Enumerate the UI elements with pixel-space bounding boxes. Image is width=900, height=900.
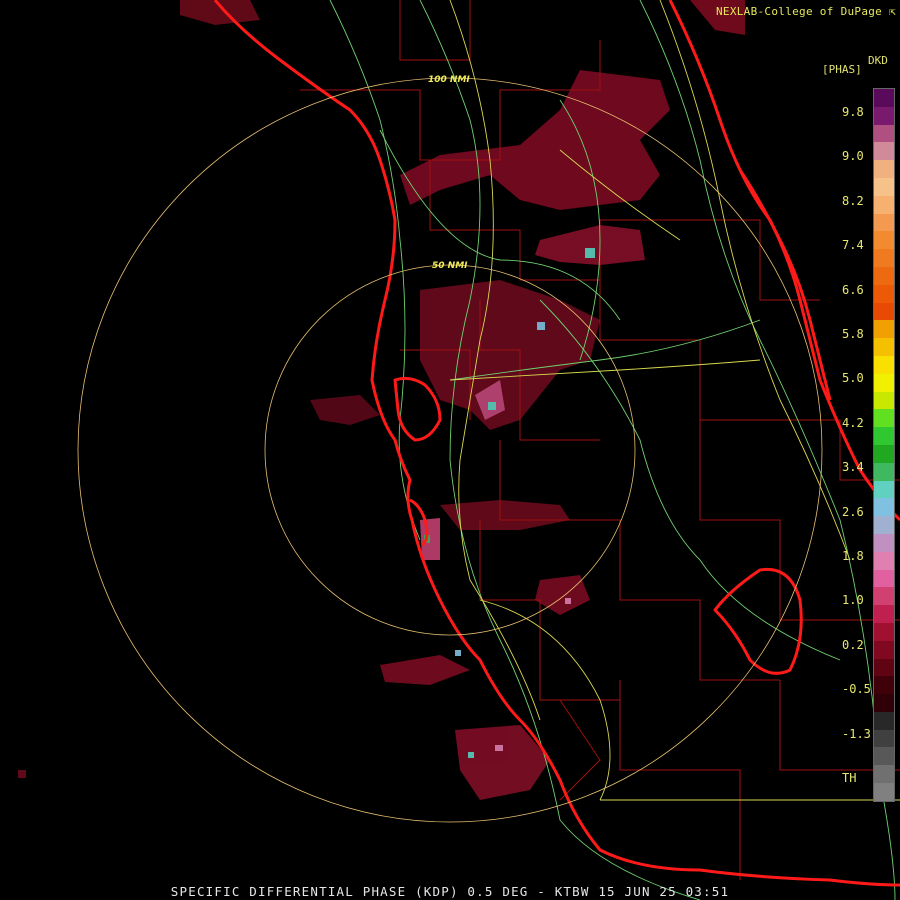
scale-tick-label: 9.8	[842, 105, 864, 119]
scale-tick-label: 7.4	[842, 238, 864, 253]
scale-swatch	[874, 391, 894, 410]
credit-text: NEXLAB-College of DuPage	[715, 5, 883, 18]
scale-swatch	[874, 195, 894, 214]
scale-swatch	[874, 640, 894, 659]
scale-swatch	[874, 676, 894, 695]
scale-swatch	[874, 729, 894, 748]
scale-swatch	[874, 302, 894, 321]
scale-swatch	[874, 427, 894, 445]
scale-swatch	[874, 106, 894, 125]
ring-label-100: 100 NMI	[428, 75, 470, 85]
scale-swatch	[874, 355, 894, 374]
scale-swatch	[874, 694, 894, 712]
scale-swatch	[874, 213, 894, 232]
scale-tick-label: 5.0	[842, 371, 864, 386]
scale-tick-label: 3.4	[842, 460, 864, 475]
scale-tick-label: 1.8	[842, 549, 864, 563]
scale-swatch	[874, 231, 894, 250]
scale-tick-label: TH	[842, 771, 857, 785]
scale-swatch	[874, 747, 894, 766]
scale-swatch	[874, 124, 894, 143]
scale-swatch	[874, 658, 894, 677]
scale-tick-label: 8.2	[842, 193, 864, 208]
scale-swatch	[874, 284, 894, 303]
scale-swatch	[874, 266, 894, 285]
scale-tick-label: 4.2	[842, 415, 864, 430]
scale-swatch	[874, 783, 894, 801]
scale-swatch	[874, 177, 894, 196]
scale-swatch	[874, 533, 894, 552]
scale-swatch	[874, 249, 894, 267]
product-caption: SPECIFIC DIFFERENTIAL PHASE (KDP) 0.5 DE…	[170, 884, 730, 899]
scale-tick-label: -1.3	[842, 726, 871, 741]
scale-swatch	[874, 587, 894, 606]
color-scale-bar	[873, 88, 895, 802]
scale-swatch	[874, 160, 894, 178]
scale-swatch	[874, 142, 894, 161]
scale-tick-label: 2.6	[842, 504, 864, 519]
scale-swatch	[874, 462, 894, 481]
scale-tick-label: -0.5	[842, 682, 871, 697]
scale-swatch	[874, 89, 894, 107]
scale-swatch	[874, 338, 894, 356]
scale-tick-label: 1.0	[842, 593, 864, 608]
unit-bracket-label: [PHAS]	[822, 63, 862, 76]
kdp-echo-layer	[18, 0, 745, 800]
scale-swatch	[874, 409, 894, 428]
scale-tick-label: 6.6	[842, 282, 864, 297]
radar-map[interactable]: 50 NMI 100 NMI	[0, 0, 900, 900]
scale-swatch	[874, 569, 894, 588]
scale-swatch	[874, 551, 894, 570]
radar-viewer: 50 NMI 100 NMI NEXLAB-College of DuPage …	[0, 0, 900, 900]
scale-swatch	[874, 444, 894, 463]
scale-tick-label: 5.8	[842, 327, 864, 341]
scale-swatch	[874, 480, 894, 499]
scale-swatch	[874, 765, 894, 784]
ring-label-50: 50 NMI	[432, 261, 468, 271]
scale-swatch	[874, 373, 894, 392]
scale-swatch	[874, 622, 894, 641]
scale-swatch	[874, 320, 894, 339]
credit-label: NEXLAB-College of DuPage ⇱	[716, 5, 896, 18]
scale-tick-label: 0.2	[842, 637, 864, 652]
scale-swatch	[874, 516, 894, 534]
scale-swatch	[874, 498, 894, 517]
scale-tick-label: 9.0	[842, 149, 864, 164]
scale-swatch	[874, 711, 894, 730]
scale-swatch	[874, 605, 894, 623]
cursor-arrow-icon: ⇱	[889, 5, 896, 18]
unit-label: DKD	[868, 54, 888, 67]
